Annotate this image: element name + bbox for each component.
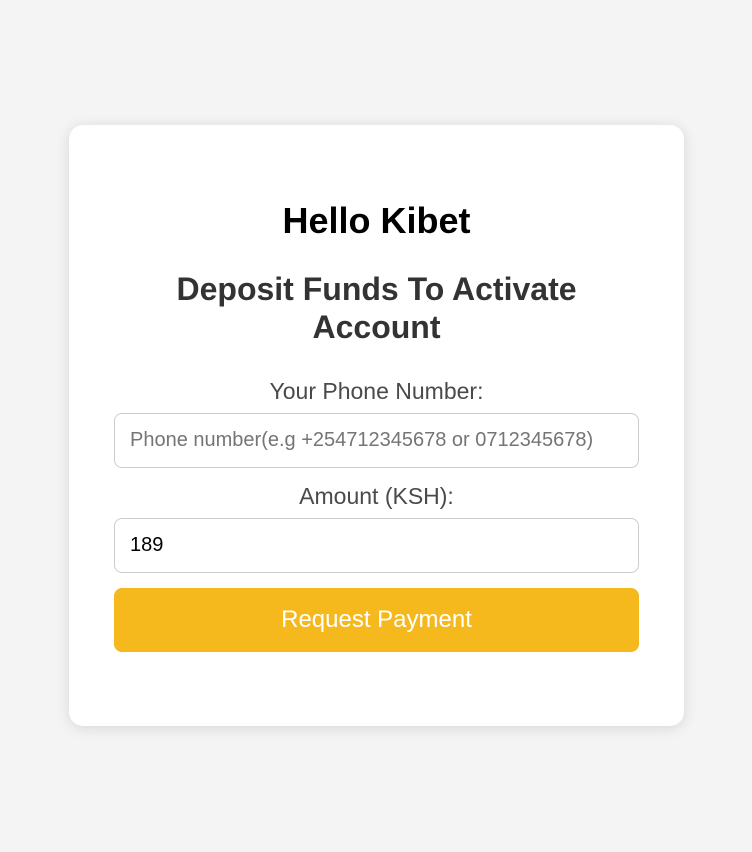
phone-label: Your Phone Number:: [269, 378, 484, 404]
amount-label: Amount (KSH):: [299, 483, 454, 509]
phone-input[interactable]: [114, 413, 639, 468]
amount-input[interactable]: [114, 518, 639, 573]
deposit-title: Deposit Funds To Activate Account: [176, 271, 577, 345]
request-payment-button[interactable]: Request Payment: [114, 588, 639, 652]
greeting-heading: Hello Kibet: [282, 200, 471, 241]
deposit-card: Hello Kibet Deposit Funds To Activate Ac…: [69, 125, 684, 726]
